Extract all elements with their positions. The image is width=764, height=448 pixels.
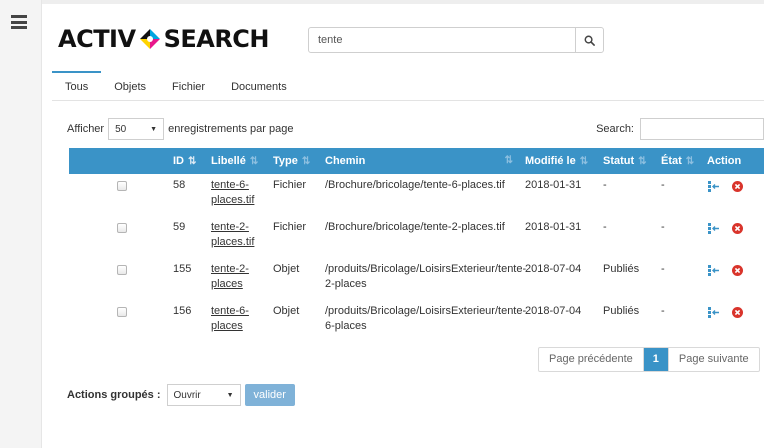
tab-bar: Tous Objets Fichier Documents <box>52 71 764 101</box>
show-label: Afficher <box>67 123 105 135</box>
cell-label-link[interactable]: tente-2-places <box>211 263 249 290</box>
row-checkbox[interactable] <box>117 223 127 233</box>
delete-icon[interactable] <box>732 265 743 276</box>
page-length-select[interactable]: 50 ▼ <box>108 118 165 140</box>
top-border <box>42 0 764 4</box>
cell-status: - <box>603 221 607 233</box>
cell-type: Objet <box>273 305 300 317</box>
cell-status: - <box>603 179 607 191</box>
tab-documents[interactable]: Documents <box>218 71 300 101</box>
cell-id: 58 <box>173 179 186 191</box>
validate-button[interactable]: valider <box>244 384 295 406</box>
tab-fichier[interactable]: Fichier <box>159 71 218 101</box>
delete-icon[interactable] <box>732 307 743 318</box>
cell-label-link[interactable]: tente-6-places.tif <box>211 179 254 206</box>
sort-icon: ⇅ <box>638 156 647 167</box>
column-header-label[interactable]: Libellé ⇅ <box>205 148 267 174</box>
cell-state: - <box>661 263 665 275</box>
next-page-button[interactable]: Page suivante <box>669 348 759 371</box>
bulk-action-select[interactable]: Ouvrir ▼ <box>166 384 241 406</box>
table-row: 58 tente-6-places.tif Fichier /Brochure/… <box>69 174 764 216</box>
cell-type: Fichier <box>273 221 307 233</box>
global-search <box>308 27 604 53</box>
prev-page-button[interactable]: Page précédente <box>539 348 644 371</box>
row-checkbox[interactable] <box>117 265 127 275</box>
cell-id: 156 <box>173 305 192 317</box>
cell-type: Fichier <box>273 179 307 191</box>
cell-modified: 2018-01-31 <box>525 179 582 191</box>
sort-icon: ⇅ <box>685 156 695 167</box>
table-search-label: Search: <box>596 123 634 135</box>
column-header-status[interactable]: Statut ⇅ <box>597 148 655 174</box>
activsearch-logo: ACTIV SEARCH <box>58 24 270 54</box>
cell-type: Objet <box>273 263 300 275</box>
table-row: 156 tente-6-places Objet /produits/Brico… <box>69 300 764 342</box>
column-header-path[interactable]: Chemin ⇅ <box>319 148 519 174</box>
cell-modified: 2018-07-04 <box>525 263 582 275</box>
column-header-action: Action <box>701 148 764 174</box>
page-length-control: Afficher 50 ▼ enregistrements par page <box>67 118 293 140</box>
column-header-type[interactable]: Type ⇅ <box>267 148 319 174</box>
bulk-actions-label: Actions groupés : <box>67 389 161 401</box>
cell-modified: 2018-01-31 <box>525 221 582 233</box>
sort-icon: ⇅ <box>249 156 259 167</box>
sort-asc-icon: ⇅ <box>188 156 197 167</box>
page-length-value: 50 <box>115 123 127 135</box>
tab-objets[interactable]: Objets <box>101 71 159 101</box>
page-1-button[interactable]: 1 <box>643 348 669 371</box>
logo-text-left: ACTIV <box>58 25 136 53</box>
cell-label-link[interactable]: tente-6-places <box>211 305 249 332</box>
bulk-action-value: Ouvrir <box>173 389 201 401</box>
sidebar <box>0 0 42 448</box>
pagination: Page précédente 1 Page suivante <box>538 347 760 372</box>
column-header-id[interactable]: ID ⇅ <box>167 148 205 174</box>
results-table: ID ⇅ Libellé ⇅ Type ⇅ Chemin ⇅ Modifié le ⇅ S… <box>69 148 764 342</box>
delete-icon[interactable] <box>732 181 743 192</box>
search-icon <box>584 35 595 46</box>
table-row: 155 tente-2-places Objet /produits/Brico… <box>69 258 764 300</box>
cell-status: Publiés <box>603 305 640 317</box>
search-button[interactable] <box>575 28 603 52</box>
chevron-down-icon: ▼ <box>226 391 234 399</box>
cell-id: 59 <box>173 221 186 233</box>
cell-path: /Brochure/bricolage/tente-6-places.tif <box>325 179 505 191</box>
main-content: ACTIV SEARCH Tous Objets Fichier Documen… <box>42 0 764 448</box>
table-header-row: ID ⇅ Libellé ⇅ Type ⇅ Chemin ⇅ Modifié le ⇅ S… <box>69 148 764 174</box>
logo-text-right: SEARCH <box>163 25 270 53</box>
column-header-state[interactable]: État ⇅ <box>655 148 701 174</box>
tree-locate-icon[interactable] <box>707 181 720 192</box>
table-search-control: Search: <box>596 118 764 140</box>
tree-locate-icon[interactable] <box>707 265 720 276</box>
table-row: 59 tente-2-places.tif Fichier /Brochure/… <box>69 216 764 258</box>
per-page-label: enregistrements par page <box>168 123 294 135</box>
cell-state: - <box>661 179 665 191</box>
delete-icon[interactable] <box>732 223 743 234</box>
cell-state: - <box>661 305 665 317</box>
tab-tous[interactable]: Tous <box>52 71 102 101</box>
sort-icon: ⇅ <box>301 156 311 167</box>
tree-locate-icon[interactable] <box>707 307 720 318</box>
cell-state: - <box>661 221 665 233</box>
row-checkbox[interactable] <box>117 307 127 317</box>
sort-icon: ⇅ <box>504 155 513 166</box>
column-header-modified[interactable]: Modifié le ⇅ <box>519 148 597 174</box>
cell-status: Publiés <box>603 263 640 275</box>
cell-label-link[interactable]: tente-2-places.tif <box>211 221 254 248</box>
select-column-header <box>69 148 167 174</box>
cell-id: 155 <box>173 263 192 275</box>
cell-path: /produits/Bricolage/LoisirsExterieur/ten… <box>325 263 527 290</box>
bulk-actions: Actions groupés : Ouvrir ▼ valider <box>67 384 295 406</box>
hamburger-menu-icon[interactable] <box>11 15 27 29</box>
cell-path: /produits/Bricolage/LoisirsExterieur/ten… <box>325 305 527 332</box>
chevron-down-icon: ▼ <box>150 125 158 133</box>
table-controls: Afficher 50 ▼ enregistrements par page S… <box>67 118 764 140</box>
sort-icon: ⇅ <box>579 156 589 167</box>
logo-mark-icon <box>139 29 160 49</box>
tree-locate-icon[interactable] <box>707 223 720 234</box>
search-input[interactable] <box>309 28 575 52</box>
cell-modified: 2018-07-04 <box>525 305 582 317</box>
cell-path: /Brochure/bricolage/tente-2-places.tif <box>325 221 505 233</box>
table-search-input[interactable] <box>640 118 764 140</box>
row-checkbox[interactable] <box>117 181 127 191</box>
